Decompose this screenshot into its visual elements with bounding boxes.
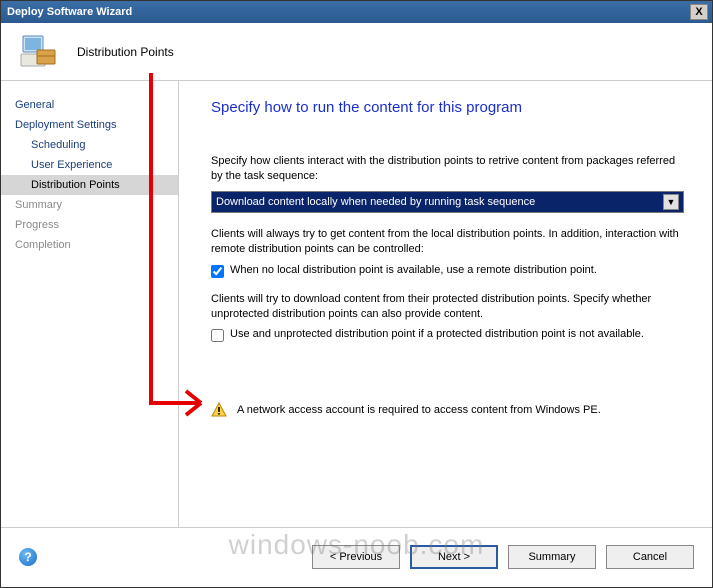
- wizard-sidebar: General Deployment Settings Scheduling U…: [1, 81, 179, 527]
- wizard-header: Distribution Points: [1, 23, 712, 81]
- intro-text: Specify how clients interact with the di…: [211, 154, 684, 185]
- previous-button[interactable]: < Previous: [312, 545, 400, 569]
- wizard-footer: ? < Previous Next > Summary Cancel: [1, 527, 712, 585]
- sidebar-item-scheduling[interactable]: Scheduling: [1, 135, 178, 155]
- wizard-content: Specify how to run the content for this …: [179, 81, 712, 527]
- window-title: Deploy Software Wizard: [5, 6, 690, 18]
- warning-icon: [211, 402, 227, 418]
- sidebar-item-summary: Summary: [1, 195, 178, 215]
- close-button[interactable]: X: [690, 4, 708, 20]
- summary-button[interactable]: Summary: [508, 545, 596, 569]
- sidebar-item-progress: Progress: [1, 215, 178, 235]
- deployment-option-dropdown[interactable]: Download content locally when needed by …: [211, 191, 684, 213]
- sidebar-item-distribution-points[interactable]: Distribution Points: [1, 175, 178, 195]
- sidebar-item-user-experience[interactable]: User Experience: [1, 155, 178, 175]
- titlebar: Deploy Software Wizard X: [1, 1, 712, 23]
- unprotected-dp-checkbox-label: Use and unprotected distribution point i…: [230, 328, 644, 340]
- next-button[interactable]: Next >: [410, 545, 498, 569]
- remote-dp-checkbox-label: When no local distribution point is avai…: [230, 264, 597, 276]
- sidebar-item-general[interactable]: General: [1, 95, 178, 115]
- help-button[interactable]: ?: [19, 548, 37, 566]
- unprotected-dp-text: Clients will try to download content fro…: [211, 292, 684, 323]
- computer-package-icon: [15, 30, 59, 74]
- unprotected-dp-checkbox[interactable]: [211, 329, 224, 342]
- remote-dp-text: Clients will always try to get content f…: [211, 227, 684, 258]
- dropdown-value: Download content locally when needed by …: [216, 196, 663, 208]
- cancel-button[interactable]: Cancel: [606, 545, 694, 569]
- sidebar-item-deployment-settings[interactable]: Deployment Settings: [1, 115, 178, 135]
- page-heading: Specify how to run the content for this …: [211, 99, 684, 116]
- sidebar-item-completion: Completion: [1, 235, 178, 255]
- warning-text: A network access account is required to …: [237, 404, 601, 416]
- remote-dp-checkbox[interactable]: [211, 265, 224, 278]
- chevron-down-icon: ▼: [663, 194, 679, 210]
- warning-row: A network access account is required to …: [211, 402, 684, 418]
- wizard-step-label: Distribution Points: [77, 45, 174, 59]
